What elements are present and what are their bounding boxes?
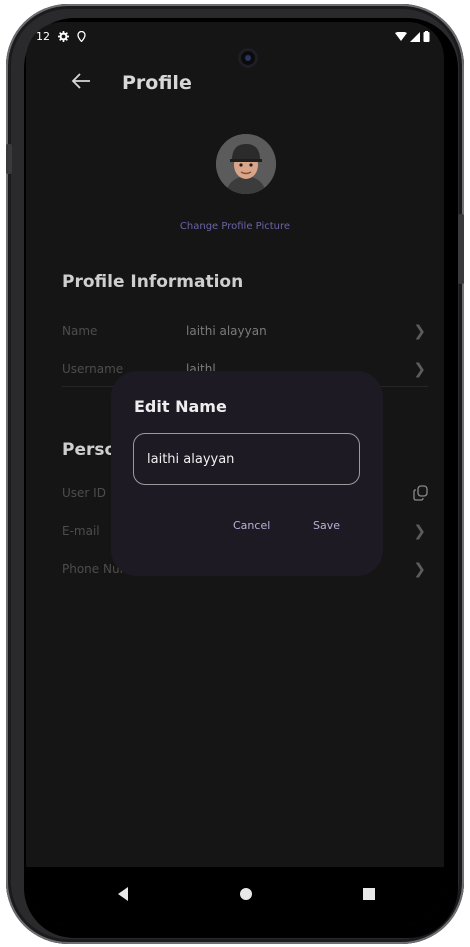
name-label: Name	[62, 324, 98, 338]
change-profile-picture-link[interactable]: Change Profile Picture	[26, 221, 444, 232]
user-id-label: User ID	[62, 486, 106, 500]
page-title: Profile	[122, 72, 192, 94]
status-left: 12	[36, 30, 86, 43]
location-icon	[77, 31, 86, 42]
nav-home-icon[interactable]	[240, 888, 252, 900]
profile-information-title: Profile Information	[62, 272, 244, 292]
name-row[interactable]: Name laithi alayyan ❯	[62, 320, 432, 346]
name-input[interactable]	[133, 433, 360, 485]
arrow-left-icon[interactable]	[70, 70, 96, 96]
battery-icon	[423, 31, 430, 42]
chevron-right-icon: ❯	[413, 522, 426, 540]
chevron-right-icon: ❯	[413, 322, 426, 340]
edit-name-dialog: Edit Name Cancel Save	[111, 371, 383, 576]
nav-recents-icon[interactable]	[363, 888, 375, 900]
navigation-bar	[26, 867, 444, 925]
gear-icon	[58, 31, 69, 42]
signal-icon	[410, 31, 420, 42]
avatar-image	[216, 134, 276, 194]
cancel-button[interactable]: Cancel	[233, 519, 270, 532]
status-bar: 12	[26, 22, 444, 52]
save-button[interactable]: Save	[313, 519, 340, 532]
status-right	[395, 31, 430, 42]
status-time: 12	[36, 30, 50, 43]
side-button	[6, 144, 12, 174]
email-label: E-mail	[62, 524, 100, 538]
username-label: Username	[62, 362, 124, 376]
personal-information-title: Perso	[62, 440, 117, 460]
dialog-title: Edit Name	[134, 397, 227, 416]
screen: 12 Profile Change Profile Picture Profil…	[26, 22, 444, 925]
avatar[interactable]	[216, 134, 276, 194]
wifi-icon	[395, 31, 407, 41]
name-value: laithi alayyan	[186, 324, 267, 338]
power-button	[458, 214, 464, 284]
nav-back-icon[interactable]	[118, 887, 128, 901]
app-bar: Profile	[26, 62, 444, 106]
chevron-right-icon: ❯	[413, 560, 426, 578]
chevron-right-icon: ❯	[413, 360, 426, 378]
copy-icon[interactable]	[412, 484, 430, 502]
